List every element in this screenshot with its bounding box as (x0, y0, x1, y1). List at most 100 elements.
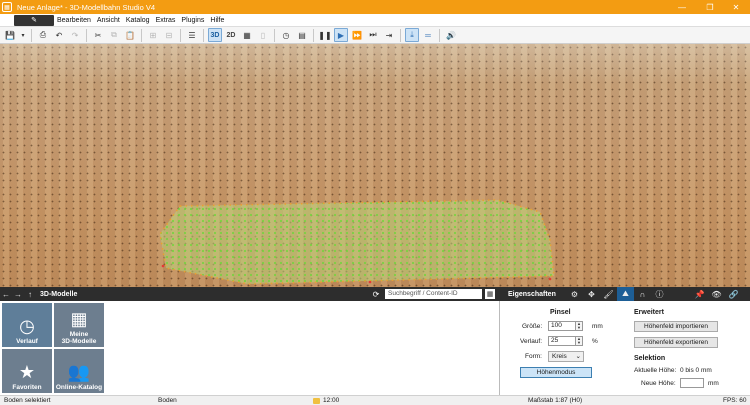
maximize-icon[interactable]: ❐ (696, 0, 724, 14)
toolbar-separator (31, 28, 32, 42)
verlauf-spinner[interactable]: ▲ ▼ (576, 336, 583, 346)
catalog-header: ← → ↑ 3D-Modelle ⟳ Suchbegriff / Content… (0, 287, 500, 301)
menu-extras[interactable]: Extras (153, 17, 179, 24)
back-arrow-icon[interactable]: ← (0, 290, 12, 299)
info-icon[interactable]: ⓘ (651, 287, 668, 301)
menu-katalog[interactable]: Katalog (123, 17, 153, 24)
fast-forward-icon[interactable]: ⏩ (350, 28, 364, 42)
catalog-search-input[interactable]: Suchbegriff / Content-ID (385, 289, 482, 299)
rail-icon[interactable]: ═ (421, 28, 435, 42)
tile-online-katalog[interactable]: 👥 Online-Katalog (54, 349, 104, 393)
selektion-heading: Selektion (634, 355, 666, 362)
group-icon[interactable]: ⊞ (146, 28, 160, 42)
ungroup-icon[interactable]: ⊟ (162, 28, 176, 42)
edit-mode-pen-icon[interactable]: ✎ (14, 14, 54, 26)
undo-icon[interactable]: ↶ (52, 28, 66, 42)
neue-hoehe-unit: mm (708, 380, 719, 387)
tile-verlauf[interactable]: ◷ Verlauf (2, 303, 52, 347)
redo-icon[interactable]: ↷ (68, 28, 82, 42)
grid-icon: ▦ (70, 309, 88, 329)
save-icon[interactable]: 💾 (3, 28, 17, 42)
tile-meine-3d-modelle[interactable]: ▦ Meine 3D-Modelle (54, 303, 104, 347)
neue-hoehe-input[interactable] (680, 378, 704, 388)
menu-ansicht[interactable]: Ansicht (94, 17, 123, 24)
camera-icon[interactable]: ▯ (256, 28, 270, 42)
status-object: Boden (158, 397, 177, 404)
calendar-icon[interactable]: ▤ (295, 28, 309, 42)
hoehenmodus-button[interactable]: Höhenmodus (520, 367, 592, 378)
people-icon: 👥 (67, 362, 91, 382)
toolbar-separator (180, 28, 181, 42)
qr-code-icon[interactable]: ▦ (485, 289, 495, 299)
refresh-icon[interactable]: ⟳ (370, 287, 382, 301)
groesse-spinner[interactable]: ▲ ▼ (576, 321, 583, 331)
pinsel-heading: Pinsel (550, 309, 571, 316)
move-icon[interactable]: ✥ (583, 287, 600, 301)
clock-icon[interactable]: ◷ (279, 28, 293, 42)
gear-icon[interactable]: ⚙ (566, 287, 583, 301)
erweitert-heading: Erweitert (634, 309, 664, 316)
status-selection: Boden selektiert (4, 397, 51, 404)
view-3d-button[interactable]: 3D (208, 28, 222, 42)
close-icon[interactable]: ✕ (722, 0, 750, 14)
toolbar-separator (203, 28, 204, 42)
print-icon[interactable]: ⎙ (36, 28, 50, 42)
title-bar: ▦ Neue Anlage* - 3D-Modellbahn Studio V4… (0, 0, 750, 14)
groesse-label: Größe: (522, 323, 543, 330)
download-icon[interactable]: ⤓ (405, 28, 419, 42)
verlauf-input[interactable]: 25 (548, 336, 576, 346)
verlauf-label: Verlauf: (520, 338, 543, 345)
pin-icon[interactable]: 📌 (691, 287, 708, 301)
paste-icon[interactable]: 📋 (123, 28, 137, 42)
play-icon[interactable]: ▶ (334, 28, 348, 42)
list-icon[interactable]: ☰ (185, 28, 199, 42)
menu-bearbeiten[interactable]: Bearbeiten (54, 17, 94, 24)
up-arrow-icon[interactable]: ↑ (24, 290, 36, 299)
paint-brush-icon[interactable]: 🖌 (600, 287, 617, 301)
status-fps: FPS: 60 (723, 397, 747, 404)
minimize-icon[interactable]: — (668, 0, 696, 14)
properties-title: Eigenschaften (508, 290, 556, 298)
3d-viewport[interactable] (0, 44, 750, 287)
horizon-haze (0, 44, 750, 84)
view-2d-button[interactable]: 2D (224, 28, 238, 42)
link-icon[interactable]: 🔗 (725, 287, 742, 301)
tile-label: Favoriten (12, 384, 42, 391)
properties-panel: Pinsel Größe: 100 ▲ ▼ mm Verlauf: 25 ▲ ▼ %… (500, 301, 750, 395)
toolbar-separator (86, 28, 87, 42)
form-select[interactable]: Kreis ⌄ (548, 351, 584, 362)
tile-label: Online-Katalog (55, 384, 103, 391)
tunnel-icon[interactable]: ∩ (634, 287, 651, 301)
status-scale: Maßstab 1:87 (H0) (528, 397, 583, 404)
toolbar-separator (400, 28, 401, 42)
chevron-down-icon: ⌄ (575, 353, 581, 360)
terrain-brush-selection (159, 199, 555, 285)
copy-icon[interactable]: ⧉ (107, 28, 121, 42)
menu-hilfe[interactable]: Hilfe (207, 17, 227, 24)
terrain-icon[interactable]: ⛰ (617, 287, 634, 301)
toolbar-separator (274, 28, 275, 42)
eye-icon[interactable]: 👁 (708, 287, 725, 301)
menu-plugins[interactable]: Plugins (178, 17, 207, 24)
forward-arrow-icon[interactable]: → (12, 290, 24, 299)
groesse-unit: mm (592, 323, 603, 330)
tile-label: Meine 3D-Modelle (61, 331, 97, 345)
window-title: Neue Anlage* - 3D-Modellbahn Studio V4 (17, 2, 156, 12)
faster-forward-icon[interactable]: ⏭ (366, 28, 380, 42)
catalog-title: 3D-Modelle (40, 290, 78, 298)
pause-icon[interactable]: ❚❚ (318, 28, 332, 42)
sound-icon[interactable]: 🔊 (444, 28, 458, 42)
hoehenfeld-importieren-button[interactable]: Höhenfeld importieren (634, 321, 718, 332)
aktuelle-hoehe-label: Aktuelle Höhe: (634, 367, 677, 374)
cut-icon[interactable]: ✂ (91, 28, 105, 42)
toolbar-separator (141, 28, 142, 42)
hoehenfeld-exportieren-button[interactable]: Höhenfeld exportieren (634, 337, 718, 348)
tile-label: Verlauf (16, 338, 38, 345)
save-dropdown-icon[interactable]: ▾ (19, 28, 27, 42)
tile-favoriten[interactable]: ★ Favoriten (2, 349, 52, 393)
clock-icon: ◷ (19, 316, 35, 336)
grid-view-icon[interactable]: ▦ (240, 28, 254, 42)
skip-end-icon[interactable]: ⇥ (382, 28, 396, 42)
groesse-input[interactable]: 100 (548, 321, 576, 331)
status-time-group[interactable]: 12:00 (313, 397, 339, 405)
